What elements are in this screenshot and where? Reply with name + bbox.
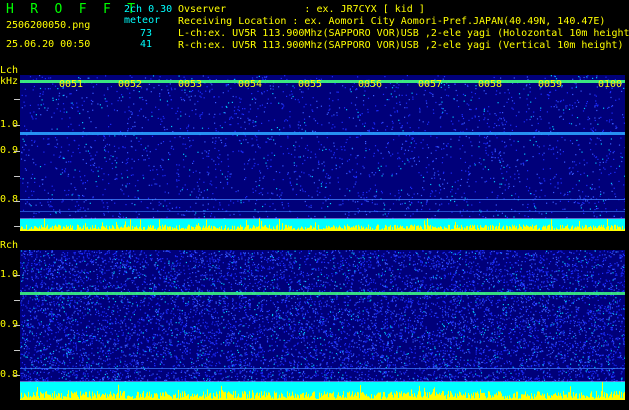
time-label-0055: 0055 xyxy=(298,79,323,90)
lch-equipment-line: L-ch:ex. UV5R 113.900Mhz(SAPPORO VOR)USB… xyxy=(178,28,629,39)
rch-channel-label: Rch xyxy=(0,240,19,251)
lch-spectrogram-canvas xyxy=(20,75,625,231)
time-label-0051: 0051 xyxy=(59,79,84,90)
time-label-0059: 0059 xyxy=(538,79,563,90)
version-label: 2ch 0.30 xyxy=(124,4,173,15)
time-label-0058: 0058 xyxy=(478,79,503,90)
rch-signal-line xyxy=(20,292,625,295)
time-label-0054: 0054 xyxy=(238,79,263,90)
lch-signal-line xyxy=(20,132,625,135)
lch-signal-top xyxy=(20,80,625,83)
rch-equipment-line: R-ch:ex. UV5R 113.900Mhz(SAPPORO VOR)USB… xyxy=(178,40,624,51)
rch-spectrogram-canvas xyxy=(20,250,625,400)
time-label-0052: 0052 xyxy=(118,79,143,90)
timestamp: 25.06.20 00:50 xyxy=(6,39,91,50)
observer-line: Ovserver : ex. JR7CYX [ kid ] xyxy=(178,4,425,15)
meteor-label: meteor xyxy=(124,15,161,26)
lch-spectrogram xyxy=(20,75,625,231)
rch-spectrogram xyxy=(20,250,625,400)
rch-reference-line xyxy=(20,368,625,369)
lch-ytick-0-8: 0.8 xyxy=(0,194,19,205)
lch-reference-line-2 xyxy=(20,211,625,212)
level-bar-border xyxy=(20,218,625,219)
rch-meteor-count: 41 xyxy=(140,39,153,50)
time-label-0056: 0056 xyxy=(358,79,383,90)
lch-reference-line xyxy=(20,199,625,200)
file-name: 2506200050.png xyxy=(6,20,91,31)
time-label-0100: 0100 xyxy=(598,79,623,90)
lch-unit-label: kHz xyxy=(0,76,19,87)
app-title: H R O F F T xyxy=(6,2,140,17)
location-line: Receiving Location : ex. Aomori City Aom… xyxy=(178,16,606,27)
lch-meteor-count: 73 xyxy=(140,28,153,39)
lch-channel-label: Lch xyxy=(0,65,19,76)
time-label-0057: 0057 xyxy=(418,79,443,90)
level-bar-border xyxy=(20,381,625,382)
time-label-0053: 0053 xyxy=(178,79,203,90)
spectrogram-background xyxy=(20,75,625,231)
